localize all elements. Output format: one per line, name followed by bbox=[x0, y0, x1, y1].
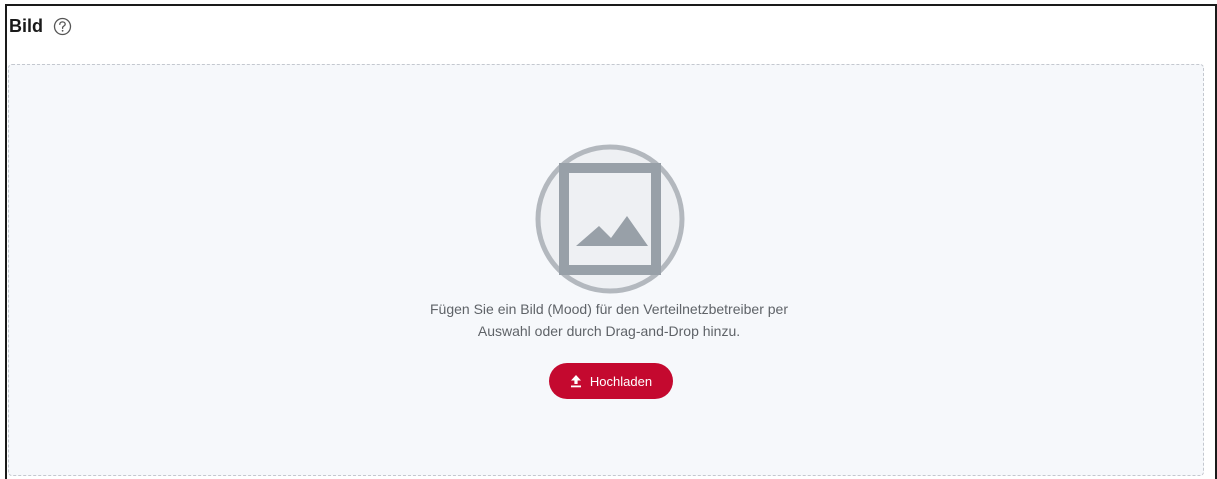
dropzone-hint-text: Fügen Sie ein Bild (Mood) für den Vertei… bbox=[259, 298, 959, 342]
image-dropzone[interactable]: Fügen Sie ein Bild (Mood) für den Vertei… bbox=[8, 64, 1204, 476]
section-header: Bild bbox=[9, 14, 72, 38]
upload-button-label: Hochladen bbox=[589, 373, 653, 389]
section-title: Bild bbox=[9, 16, 43, 36]
help-icon[interactable] bbox=[53, 17, 72, 36]
upload-button[interactable]: Hochladen bbox=[549, 363, 673, 399]
image-placeholder-icon bbox=[535, 144, 685, 294]
hint-line-2: Auswahl oder durch Drag-and-Drop hinzu. bbox=[477, 323, 741, 339]
hint-line-1: Fügen Sie ein Bild (Mood) für den Vertei… bbox=[430, 301, 788, 317]
upload-icon bbox=[570, 374, 582, 388]
